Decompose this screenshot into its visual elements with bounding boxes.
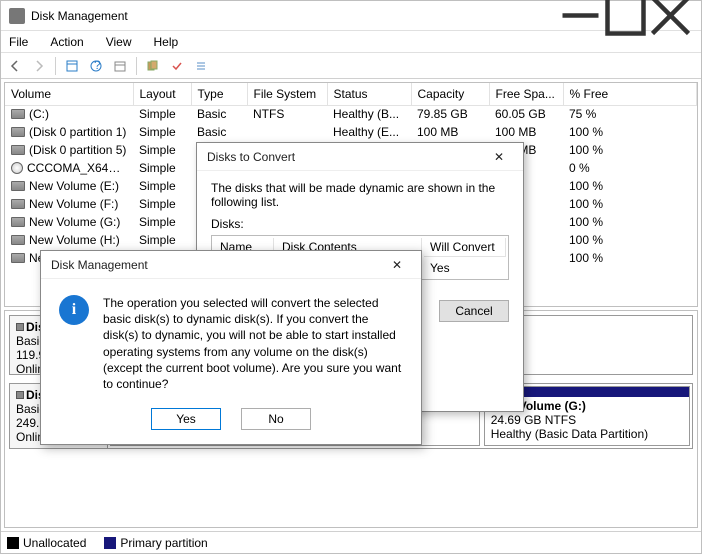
col-free[interactable]: Free Spa... bbox=[489, 83, 563, 105]
drive-icon bbox=[11, 127, 25, 137]
cd-icon bbox=[11, 162, 23, 174]
menubar: File Action View Help bbox=[1, 31, 701, 53]
cancel-button[interactable]: Cancel bbox=[439, 300, 509, 322]
col-fs[interactable]: File System bbox=[247, 83, 327, 105]
disks-label: Disks: bbox=[211, 217, 509, 231]
list-icon[interactable] bbox=[191, 56, 211, 76]
drive-icon bbox=[11, 217, 25, 227]
separator bbox=[55, 57, 56, 75]
no-button[interactable]: No bbox=[241, 408, 311, 430]
col-layout[interactable]: Layout bbox=[133, 83, 191, 105]
col-volume[interactable]: Volume bbox=[5, 83, 133, 105]
forward-button[interactable] bbox=[29, 56, 49, 76]
statusbar: Unallocated Primary partition bbox=[1, 531, 701, 553]
refresh-icon[interactable] bbox=[143, 56, 163, 76]
drive-icon bbox=[11, 235, 25, 245]
dialog-close-button[interactable]: ✕ bbox=[485, 150, 513, 164]
cell-will: Yes bbox=[424, 259, 506, 277]
app-icon bbox=[9, 8, 25, 24]
dialog-title: Disks to Convert bbox=[207, 150, 295, 164]
legend-unallocated: Unallocated bbox=[7, 536, 86, 550]
legend-primary: Primary partition bbox=[104, 536, 207, 550]
help-icon[interactable]: ? bbox=[86, 56, 106, 76]
titlebar: Disk Management bbox=[1, 1, 701, 31]
info-icon: i bbox=[59, 295, 89, 325]
col-pct[interactable]: % Free bbox=[563, 83, 697, 105]
check-icon[interactable] bbox=[167, 56, 187, 76]
disk-icon bbox=[16, 391, 24, 399]
separator bbox=[136, 57, 137, 75]
disk-icon bbox=[16, 323, 24, 331]
menu-view[interactable]: View bbox=[102, 33, 136, 51]
menu-file[interactable]: File bbox=[5, 33, 32, 51]
menu-help[interactable]: Help bbox=[150, 33, 183, 51]
col-type[interactable]: Type bbox=[191, 83, 247, 105]
close-button[interactable] bbox=[648, 4, 693, 28]
col-capacity[interactable]: Capacity bbox=[411, 83, 489, 105]
dialog-titlebar: Disks to Convert ✕ bbox=[197, 143, 523, 171]
settings-icon[interactable] bbox=[62, 56, 82, 76]
drive-icon bbox=[11, 109, 25, 119]
calendar-icon[interactable] bbox=[110, 56, 130, 76]
col-status[interactable]: Status bbox=[327, 83, 411, 105]
drive-icon bbox=[11, 145, 25, 155]
partition-size: 24.69 GB NTFS bbox=[491, 413, 683, 427]
partition-status: Healthy (Basic Data Partition) bbox=[491, 427, 683, 441]
svg-text:?: ? bbox=[94, 59, 101, 72]
back-button[interactable] bbox=[5, 56, 25, 76]
yes-button[interactable]: Yes bbox=[151, 408, 221, 430]
drive-icon bbox=[11, 253, 25, 263]
dialog-intro-text: The disks that will be made dynamic are … bbox=[211, 181, 509, 209]
dialog-close-button[interactable]: ✕ bbox=[383, 258, 411, 272]
dialog-titlebar: Disk Management ✕ bbox=[41, 251, 421, 279]
table-row[interactable]: (Disk 0 partition 1)SimpleBasicHealthy (… bbox=[5, 123, 697, 141]
toolbar: ? bbox=[1, 53, 701, 79]
drive-icon bbox=[11, 199, 25, 209]
menu-action[interactable]: Action bbox=[46, 33, 87, 51]
confirm-dialog: Disk Management ✕ i The operation you se… bbox=[40, 250, 422, 445]
minimize-button[interactable] bbox=[558, 4, 603, 28]
table-row[interactable]: (C:)SimpleBasicNTFSHealthy (B...79.85 GB… bbox=[5, 105, 697, 123]
col-will-convert[interactable]: Will Convert bbox=[424, 238, 506, 257]
dialog-title: Disk Management bbox=[51, 258, 148, 272]
dialog-message: The operation you selected will convert … bbox=[103, 295, 403, 392]
window-title: Disk Management bbox=[31, 9, 558, 23]
drive-icon bbox=[11, 181, 25, 191]
maximize-button[interactable] bbox=[603, 4, 648, 28]
